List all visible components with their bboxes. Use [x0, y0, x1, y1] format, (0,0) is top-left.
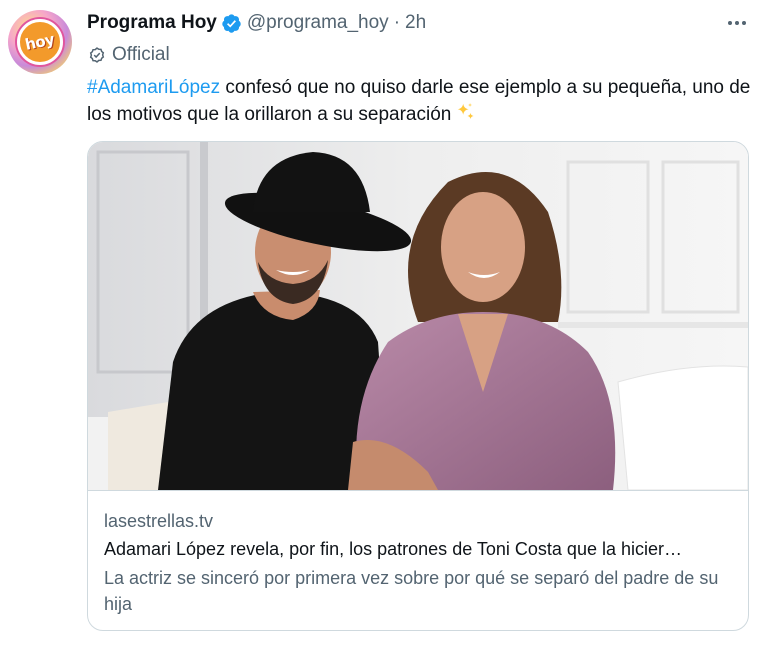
tweet[interactable]: hoy Programa Hoy @programa_hoy · 2h Offi…: [0, 0, 768, 649]
link-card[interactable]: lasestrellas.tv Adamari López revela, po…: [87, 141, 749, 631]
official-label: Official: [88, 43, 170, 67]
avatar[interactable]: hoy: [8, 10, 72, 74]
official-text: Official: [112, 44, 170, 65]
more-options-icon[interactable]: [724, 10, 750, 36]
more-dot: [735, 21, 739, 25]
card-title: Adamari López revela, por fin, los patro…: [104, 539, 682, 559]
sparkles-icon: [458, 102, 474, 119]
logo-text: hoy: [23, 30, 57, 54]
separator-dot: ·: [393, 12, 401, 33]
card-description: La actriz se sinceró por primera vez sob…: [104, 568, 719, 614]
logo-ring: hoy: [17, 19, 63, 65]
tweet-text: #AdamariLópez confesó que no quiso darle…: [87, 74, 752, 128]
more-dot: [742, 21, 746, 25]
timestamp[interactable]: 2h: [405, 12, 426, 34]
display-name[interactable]: Programa Hoy: [87, 12, 217, 34]
card-meta[interactable]: lasestrellas.tv Adamari López revela, po…: [88, 490, 748, 630]
verified-badge-icon: [222, 13, 241, 33]
tweet-header: Programa Hoy @programa_hoy · 2h: [87, 11, 426, 35]
handle[interactable]: @programa_hoy: [247, 12, 389, 34]
more-dot: [728, 21, 732, 25]
card-photo: [88, 142, 748, 490]
card-image[interactable]: [88, 142, 748, 490]
official-check-icon: [89, 47, 105, 63]
hashtag-link[interactable]: #AdamariLópez: [87, 77, 220, 98]
card-domain: lasestrellas.tv: [104, 511, 214, 531]
